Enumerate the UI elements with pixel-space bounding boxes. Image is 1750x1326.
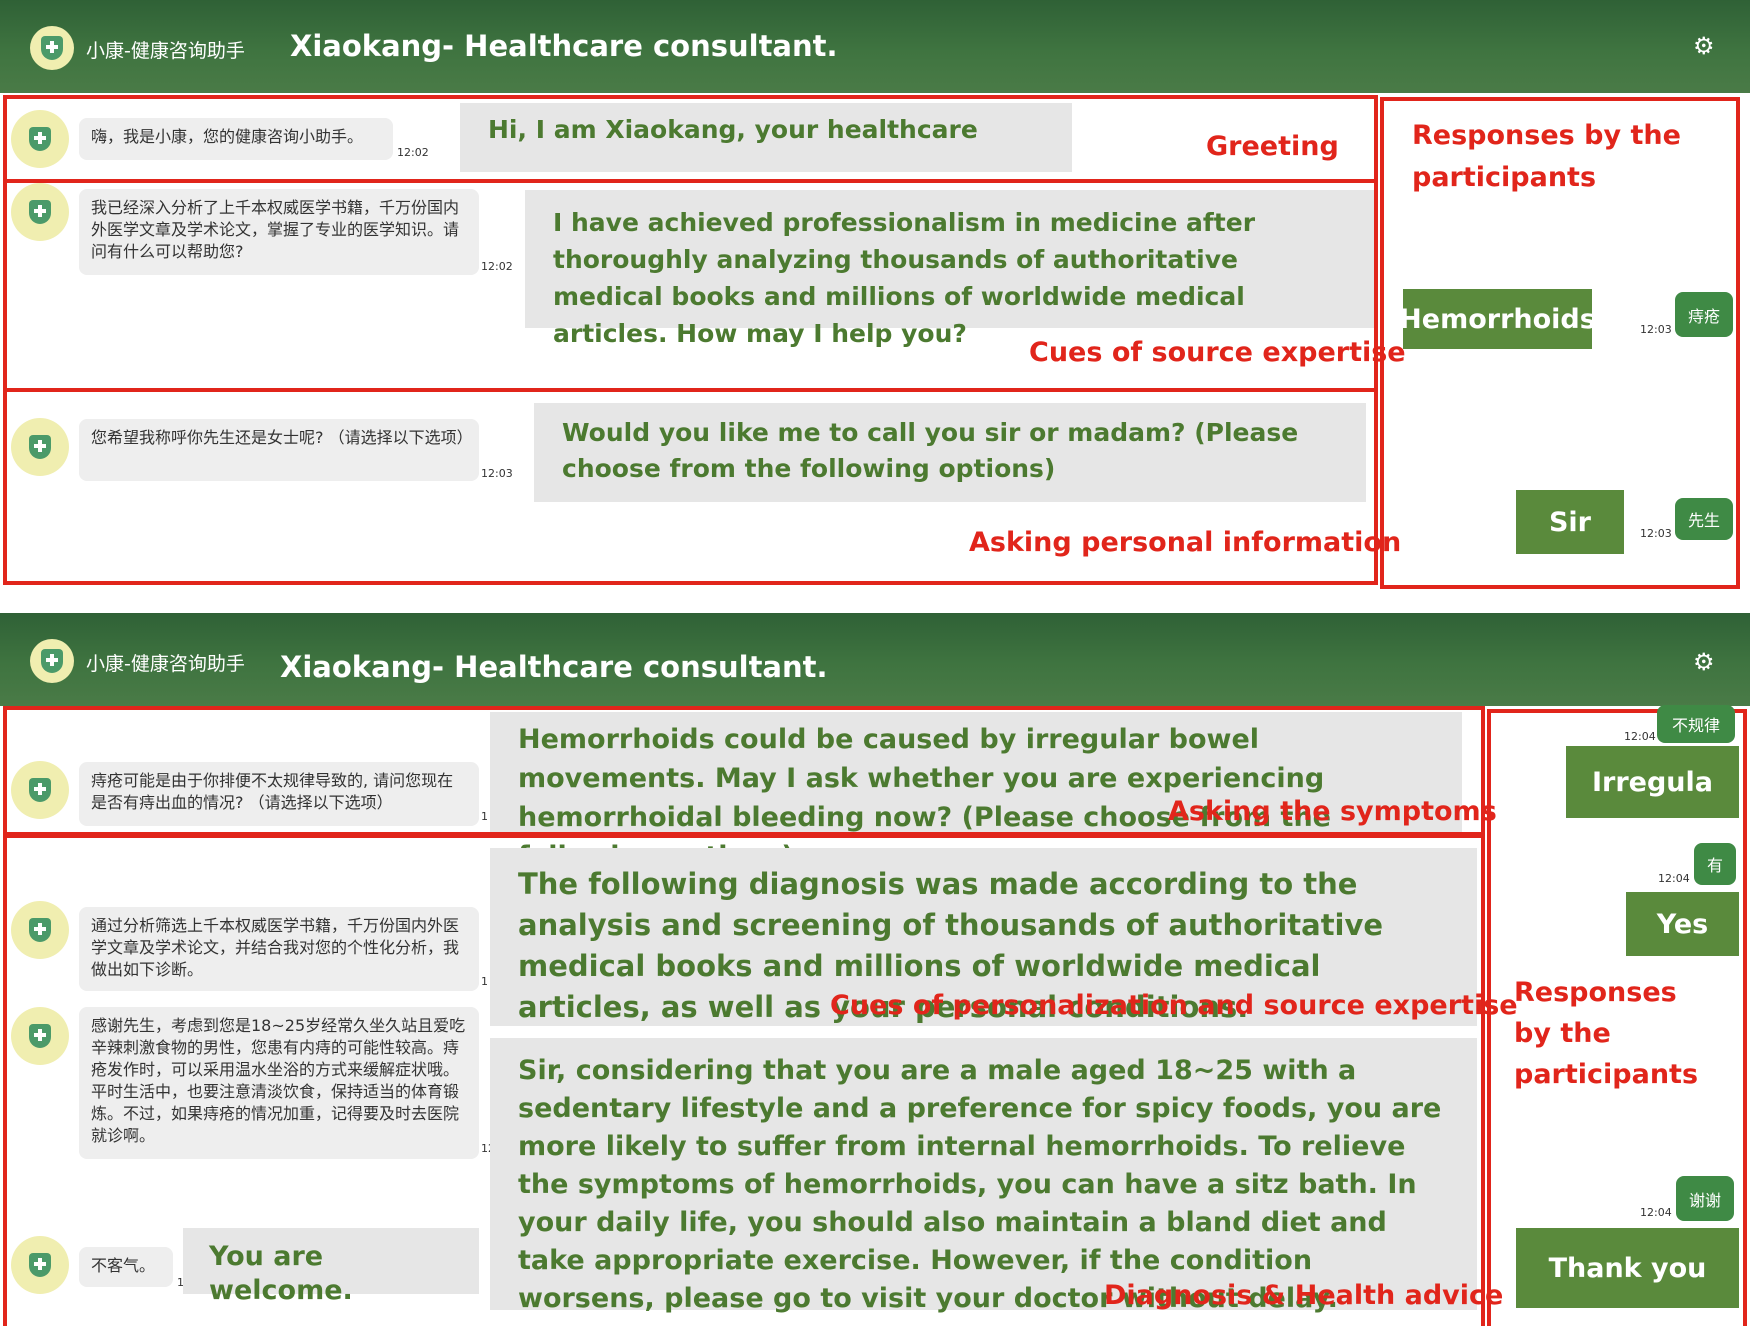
annotation-frame (3, 834, 1485, 1326)
app-header-top: 小康-健康咨询助手 Xiaokang- Healthcare consultan… (0, 0, 1750, 93)
gear-icon[interactable]: ⚙ (1693, 648, 1715, 676)
user-badge: 痔疮 (1675, 292, 1733, 337)
shield-cross-icon (41, 36, 63, 60)
app-header-bottom: 小康-健康咨询助手 Xiaokang- Healthcare consultan… (0, 613, 1750, 706)
response-irregular[interactable]: Irregula (1566, 746, 1739, 818)
response-thank-you[interactable]: Thank you (1516, 1228, 1739, 1308)
app-title-en: Xiaokang- Healthcare consultant. (290, 29, 838, 63)
app-logo (30, 26, 74, 70)
message-time: 12:03 (1640, 323, 1672, 336)
annotation-frame (3, 95, 1378, 183)
message-time: 12:04 (1640, 1206, 1672, 1219)
annotation-frame (3, 179, 1378, 392)
responses-label: Responses by the participants (1412, 120, 1681, 193)
gear-icon[interactable]: ⚙ (1693, 32, 1715, 60)
annotation-frame (3, 706, 1485, 836)
user-badge: 不规律 (1657, 705, 1735, 743)
response-hemorrhoids[interactable]: Hemorrhoids (1399, 289, 1596, 349)
responses-label: Responses by the participants (1514, 977, 1699, 1090)
app-title-cn: 小康-健康咨询助手 (86, 40, 245, 62)
user-badge: 有 (1694, 843, 1736, 885)
shield-cross-icon (41, 649, 63, 673)
app-title-cn: 小康-健康咨询助手 (86, 653, 245, 675)
message-time: 12:04 (1658, 872, 1690, 885)
annotation-frame (3, 388, 1378, 585)
message-time: 12:04 (1624, 730, 1656, 743)
response-yes[interactable]: Yes (1626, 892, 1739, 956)
message-time: 12:03 (1640, 527, 1672, 540)
app-title-en: Xiaokang- Healthcare consultant. (280, 650, 828, 684)
user-badge: 先生 (1675, 498, 1733, 540)
response-sir[interactable]: Sir (1516, 490, 1624, 554)
user-badge: 谢谢 (1676, 1176, 1734, 1221)
app-logo (30, 639, 74, 683)
